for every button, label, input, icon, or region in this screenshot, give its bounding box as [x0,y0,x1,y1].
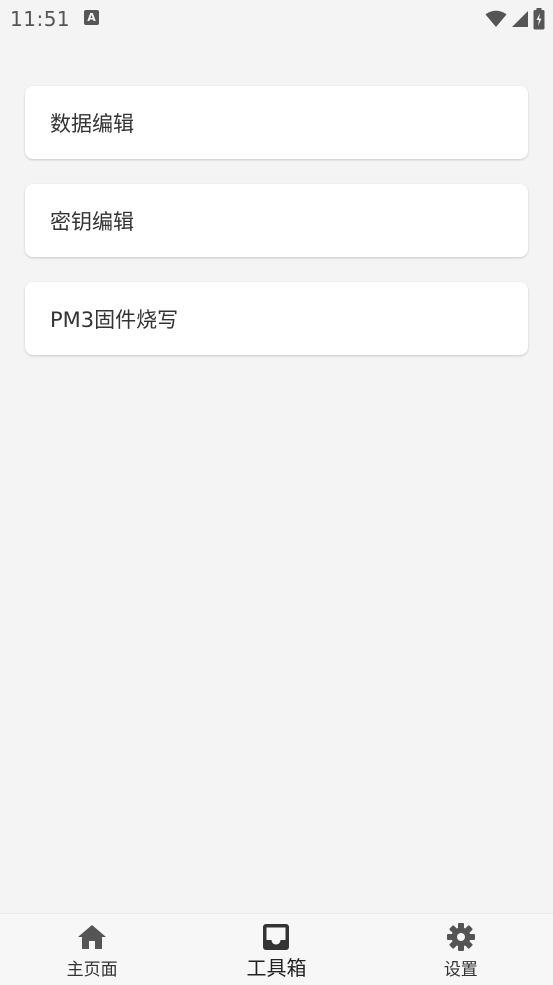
home-icon [78,925,107,949]
status-bar: 11:51 A [0,0,553,38]
tool-list: 数据编辑 密钥编辑 PM3固件烧写 [25,86,528,380]
nav-item-home[interactable]: 主页面 [0,914,184,985]
cellular-signal-icon [512,11,528,27]
card-pm3-firmware-flash[interactable]: PM3固件烧写 [25,282,528,355]
card-label: 密钥编辑 [50,209,134,234]
notification-a-icon: A [84,10,99,25]
card-label: PM3固件烧写 [50,307,179,332]
nav-label-home: 主页面 [66,960,118,980]
toolbox-icon [263,924,290,950]
nav-item-settings[interactable]: 设置 [369,914,553,985]
wifi-icon [485,10,507,27]
battery-charging-icon [533,8,545,30]
nav-item-toolbox[interactable]: 工具箱 [184,914,368,985]
nav-label-settings: 设置 [443,960,478,980]
gear-icon [446,923,475,951]
status-time: 11:51 [10,7,71,31]
card-key-edit[interactable]: 密钥编辑 [25,184,528,257]
nav-label-toolbox: 工具箱 [246,956,307,980]
card-data-edit[interactable]: 数据编辑 [25,86,528,159]
status-icons [485,8,545,30]
bottom-navigation: 主页面 工具箱 设置 [0,913,553,985]
card-label: 数据编辑 [50,111,134,136]
